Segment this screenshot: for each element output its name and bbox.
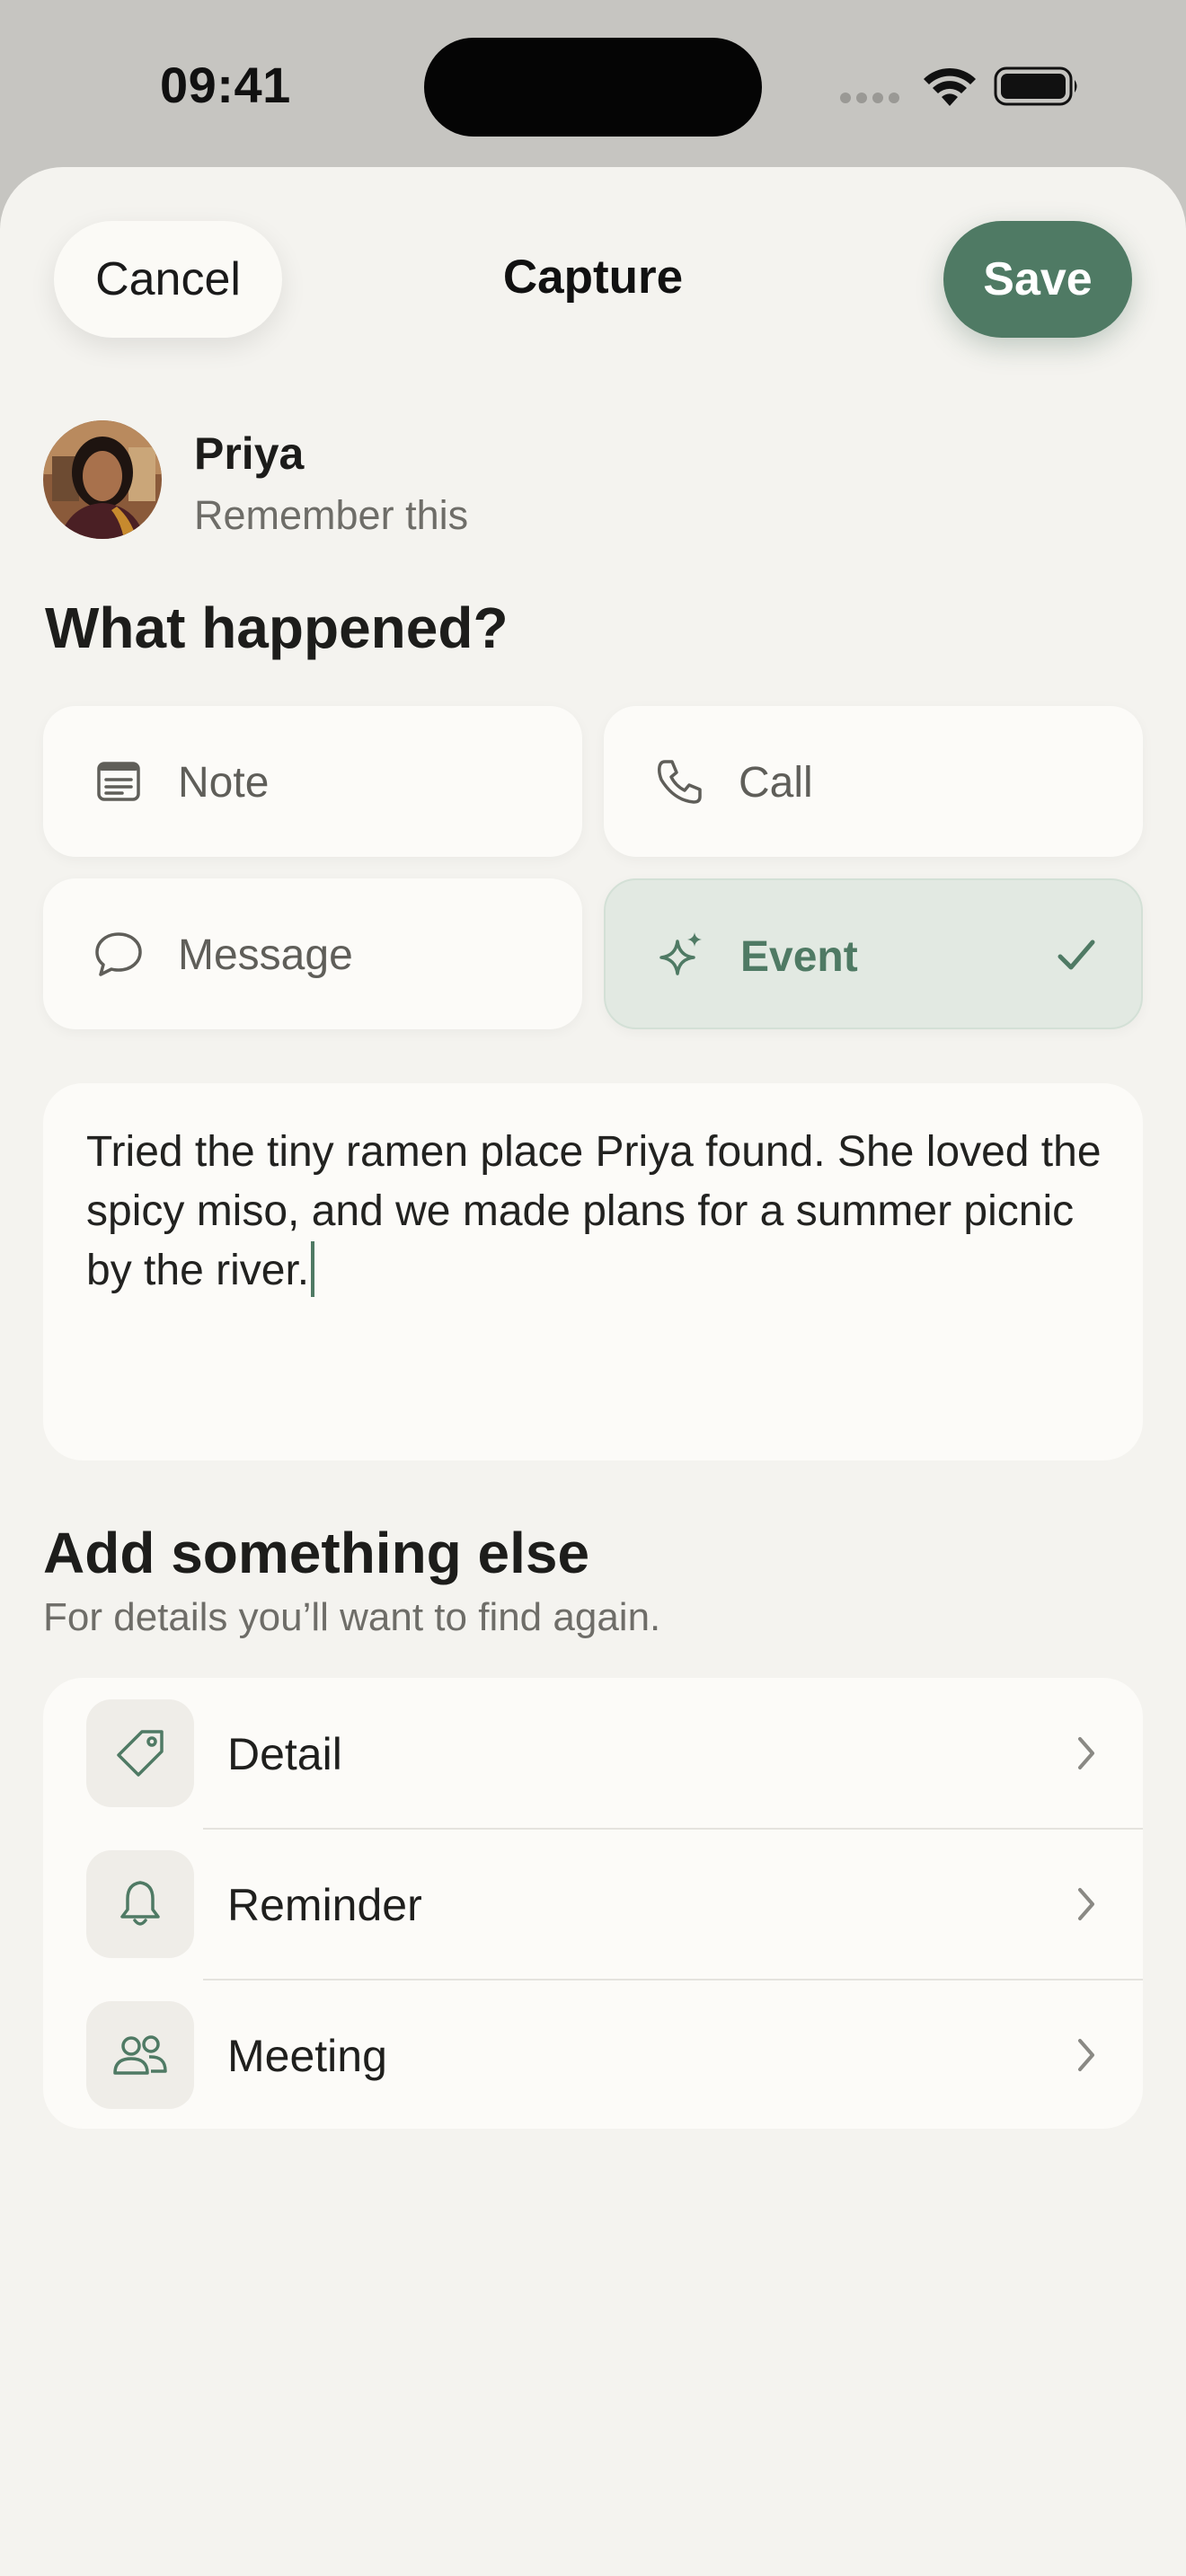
page-title: Capture bbox=[502, 251, 684, 304]
type-call-label: Call bbox=[739, 759, 813, 807]
chevron-right-icon bbox=[1078, 1888, 1094, 1920]
capture-sheet: Cancel Capture Save Priya Remember this … bbox=[0, 167, 1186, 2576]
list-item-label: Detail bbox=[227, 1729, 342, 1779]
phone-icon bbox=[658, 760, 702, 804]
status-icons bbox=[839, 63, 1082, 108]
list-item-label: Meeting bbox=[227, 2031, 387, 2081]
type-call-option[interactable]: Call bbox=[604, 706, 1143, 857]
type-message-option[interactable]: Message bbox=[43, 878, 582, 1029]
dynamic-island bbox=[424, 38, 762, 137]
cellular-icon bbox=[840, 93, 899, 103]
chevron-right-icon bbox=[1078, 2039, 1094, 2071]
type-note-label: Note bbox=[178, 759, 270, 807]
type-event-option[interactable]: Event bbox=[604, 878, 1143, 1029]
type-note-option[interactable]: Note bbox=[43, 706, 582, 857]
status-bar: 09:41 bbox=[0, 0, 1186, 167]
save-button[interactable]: Save bbox=[943, 221, 1132, 338]
list-item-reminder[interactable]: Reminder bbox=[43, 1829, 1143, 1980]
nav-bar: Cancel Capture Save bbox=[0, 167, 1186, 392]
list-item-detail[interactable]: Detail bbox=[43, 1678, 1143, 1829]
add-something-heading: Add something else bbox=[43, 1521, 590, 1585]
people-icon bbox=[113, 2035, 167, 2075]
wifi-icon bbox=[924, 67, 976, 106]
sparkle-icon bbox=[659, 932, 702, 975]
add-something-subheading: For details you’ll want to find again. bbox=[43, 1595, 661, 1639]
note-text: Tried the tiny ramen place Priya found. … bbox=[86, 1128, 1102, 1294]
meeting-icon-tile bbox=[86, 2001, 194, 2109]
type-event-label: Event bbox=[740, 933, 858, 981]
chevron-right-icon bbox=[1078, 1737, 1094, 1769]
message-icon bbox=[95, 932, 142, 976]
contact-subtitle: Remember this bbox=[194, 492, 469, 538]
reminder-icon-tile bbox=[86, 1850, 194, 1958]
contact-name: Priya bbox=[194, 428, 305, 479]
add-options-list: Detail Reminder Meeting bbox=[43, 1678, 1143, 2129]
list-item-meeting[interactable]: Meeting bbox=[43, 1980, 1143, 2129]
what-happened-heading: What happened? bbox=[45, 595, 509, 660]
cancel-button[interactable]: Cancel bbox=[54, 221, 282, 338]
avatar bbox=[43, 420, 162, 539]
detail-icon-tile bbox=[86, 1699, 194, 1807]
checkmark-icon bbox=[1058, 940, 1095, 970]
tag-icon bbox=[117, 1730, 164, 1777]
text-caret bbox=[311, 1241, 315, 1297]
list-item-label: Reminder bbox=[227, 1880, 422, 1930]
type-message-label: Message bbox=[178, 931, 353, 979]
bell-icon bbox=[120, 1881, 160, 1926]
note-icon bbox=[97, 762, 140, 801]
contact-header: Priya Remember this bbox=[43, 420, 672, 546]
status-time: 09:41 bbox=[160, 57, 291, 113]
battery-icon bbox=[994, 66, 1077, 106]
note-textarea[interactable]: Tried the tiny ramen place Priya found. … bbox=[43, 1083, 1143, 1460]
